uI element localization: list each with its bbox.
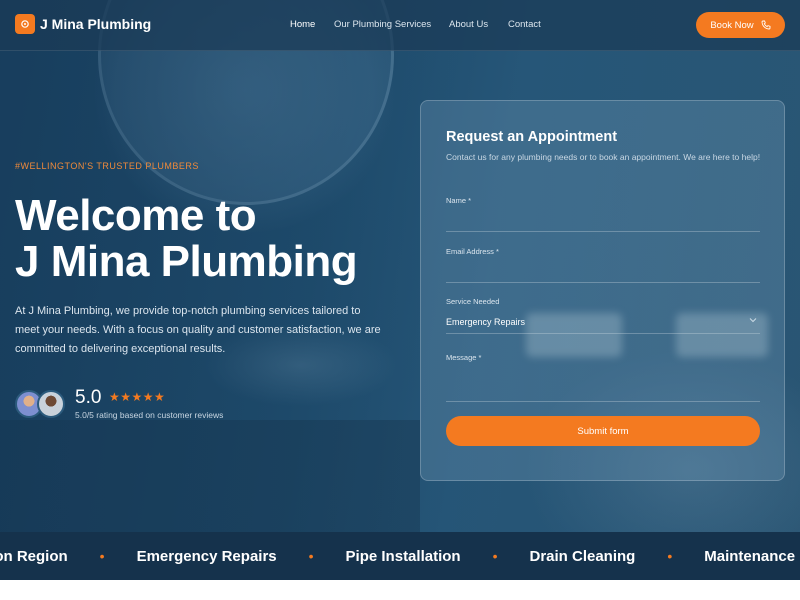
ticker-item: Emergency Repairs — [136, 547, 277, 565]
rating-value: 5.0 — [75, 387, 102, 408]
book-now-button[interactable]: Book Now — [696, 12, 785, 38]
hero-eyebrow: #WELLINGTON'S TRUSTED PLUMBERS — [15, 161, 199, 171]
logo-icon[interactable] — [15, 14, 35, 34]
ticker-item: Drain Cleaning — [529, 547, 636, 565]
brand-name[interactable]: J Mina Plumbing — [40, 15, 151, 33]
bullet-icon: • — [667, 548, 673, 564]
service-select-value: Emergency Repairs — [446, 317, 526, 327]
email-label: Email Address * — [446, 247, 499, 256]
appointment-form: Request an Appointment Contact us for an… — [420, 100, 785, 481]
form-title: Request an Appointment — [446, 129, 618, 145]
name-label: Name * — [446, 196, 472, 205]
gear-icon — [21, 20, 29, 28]
reviewer-avatars — [15, 390, 67, 418]
bullet-icon: • — [308, 548, 314, 564]
navbar: J Mina Plumbing Home Our Plumbing Servic… — [0, 0, 800, 51]
submit-button[interactable]: Submit form — [446, 416, 760, 446]
nav-services[interactable]: Our Plumbing Services — [334, 19, 431, 31]
hero-title-line1: Welcome to — [15, 191, 257, 240]
bullet-icon: • — [492, 548, 498, 564]
ticker-item: Maintenance P — [704, 547, 800, 565]
avatar — [37, 390, 65, 418]
book-now-label: Book Now — [710, 19, 754, 31]
services-ticker: ngton Region • Emergency Repairs • Pipe … — [0, 532, 800, 580]
message-label: Message * — [446, 353, 482, 362]
phone-icon — [761, 20, 771, 30]
ticker-track: ngton Region • Emergency Repairs • Pipe … — [0, 532, 800, 580]
hero-title: Welcome to J Mina Plumbing — [15, 193, 405, 285]
rating-caption: 5.0/5 rating based on customer reviews — [75, 410, 224, 420]
email-field-underline — [446, 282, 760, 283]
blurred-overlay — [676, 313, 768, 357]
bullet-icon: • — [99, 548, 105, 564]
service-label: Service Needed — [446, 297, 500, 306]
hero-description: At J Mina Plumbing, we provide top-notch… — [15, 305, 381, 355]
form-subtitle: Contact us for any plumbing needs or to … — [446, 152, 761, 162]
name-field-underline — [446, 231, 760, 232]
message-field-underline — [446, 401, 760, 402]
ticker-item: ngton Region — [0, 547, 68, 565]
hero-section: J Mina Plumbing Home Our Plumbing Servic… — [0, 0, 800, 532]
nav-home[interactable]: Home — [290, 19, 315, 31]
blurred-overlay — [526, 313, 622, 357]
name-field[interactable] — [446, 207, 760, 231]
hero-title-line2: J Mina Plumbing — [15, 237, 358, 286]
ticker-item: Pipe Installation — [345, 547, 461, 565]
nav-about[interactable]: About Us — [449, 19, 488, 31]
star-rating-icon: ★★★★★ — [109, 390, 166, 404]
message-textarea[interactable] — [446, 365, 760, 401]
nav-contact[interactable]: Contact — [508, 19, 541, 31]
email-field[interactable] — [446, 258, 760, 282]
